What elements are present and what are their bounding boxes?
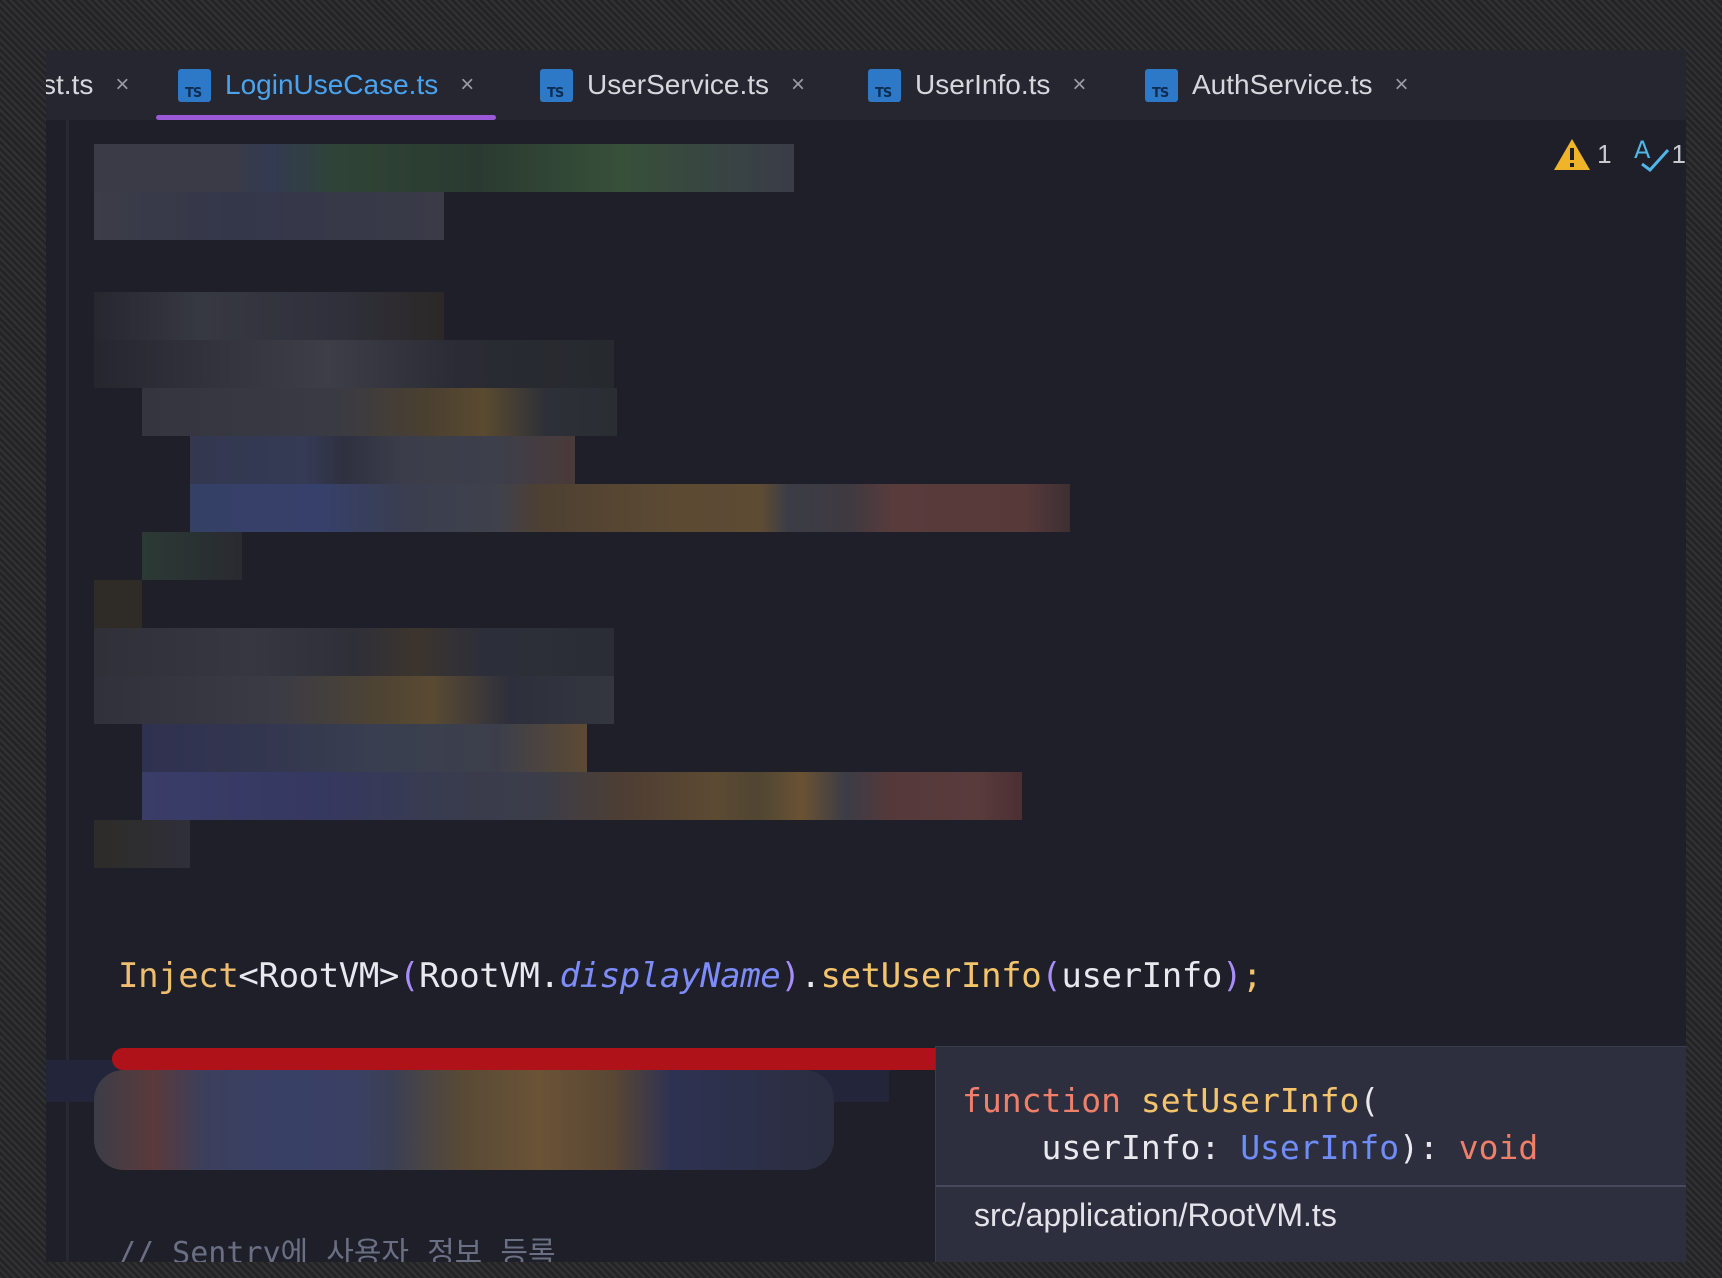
tab-login-use-case[interactable]: TS LoginUseCase.ts × xyxy=(156,50,497,120)
code-comment: // Sentry에 사용자 정보 등록 xyxy=(118,1236,556,1262)
close-icon[interactable]: × xyxy=(460,71,474,99)
tab-st-ts[interactable]: st.ts × xyxy=(46,50,129,120)
close-icon[interactable]: × xyxy=(1072,71,1086,99)
source-file-link[interactable]: src/application/RootVM.ts xyxy=(974,1197,1337,1234)
typo-icon: A xyxy=(1634,136,1669,172)
typo-count: 1 xyxy=(1671,138,1686,169)
close-icon[interactable]: × xyxy=(115,71,129,99)
close-icon[interactable]: × xyxy=(1395,71,1409,99)
error-code-line[interactable]: Inject<RootVM>(RootVM.displayName).setUs… xyxy=(118,956,1262,996)
typescript-file-icon: TS xyxy=(1145,68,1178,102)
tab-user-service[interactable]: TS UserService.ts × xyxy=(540,50,805,120)
svg-text:A: A xyxy=(1634,136,1651,164)
tab-user-info[interactable]: TS UserInfo.ts × xyxy=(868,50,1086,120)
tab-label: st.ts xyxy=(46,69,94,100)
tab-label: UserInfo.ts xyxy=(915,69,1051,100)
tab-label: AuthService.ts xyxy=(1192,69,1373,100)
tab-auth-service[interactable]: TS AuthService.ts × xyxy=(1145,50,1409,120)
typescript-file-icon: TS xyxy=(178,68,211,102)
code-editor[interactable]: st.ts × TS LoginUseCase.ts × TS UserServ… xyxy=(46,50,1686,1262)
close-icon[interactable]: × xyxy=(791,71,805,99)
typescript-file-icon: TS xyxy=(540,68,573,102)
tab-label: LoginUseCase.ts xyxy=(225,69,439,100)
editor-tab-bar: st.ts × TS LoginUseCase.ts × TS UserServ… xyxy=(46,50,1686,120)
popup-divider xyxy=(936,1185,1686,1187)
tab-label: UserService.ts xyxy=(587,69,770,100)
warning-count: 1 xyxy=(1597,138,1612,169)
typescript-file-icon: TS xyxy=(868,68,901,102)
quick-documentation-popup[interactable]: function setUserInfo( userInfo: UserInfo… xyxy=(935,1046,1686,1262)
warning-icon xyxy=(1554,139,1591,170)
inspection-widget[interactable]: 1 A 1 xyxy=(1553,134,1686,174)
function-signature: function setUserInfo( userInfo: UserInfo… xyxy=(962,1081,1539,1167)
